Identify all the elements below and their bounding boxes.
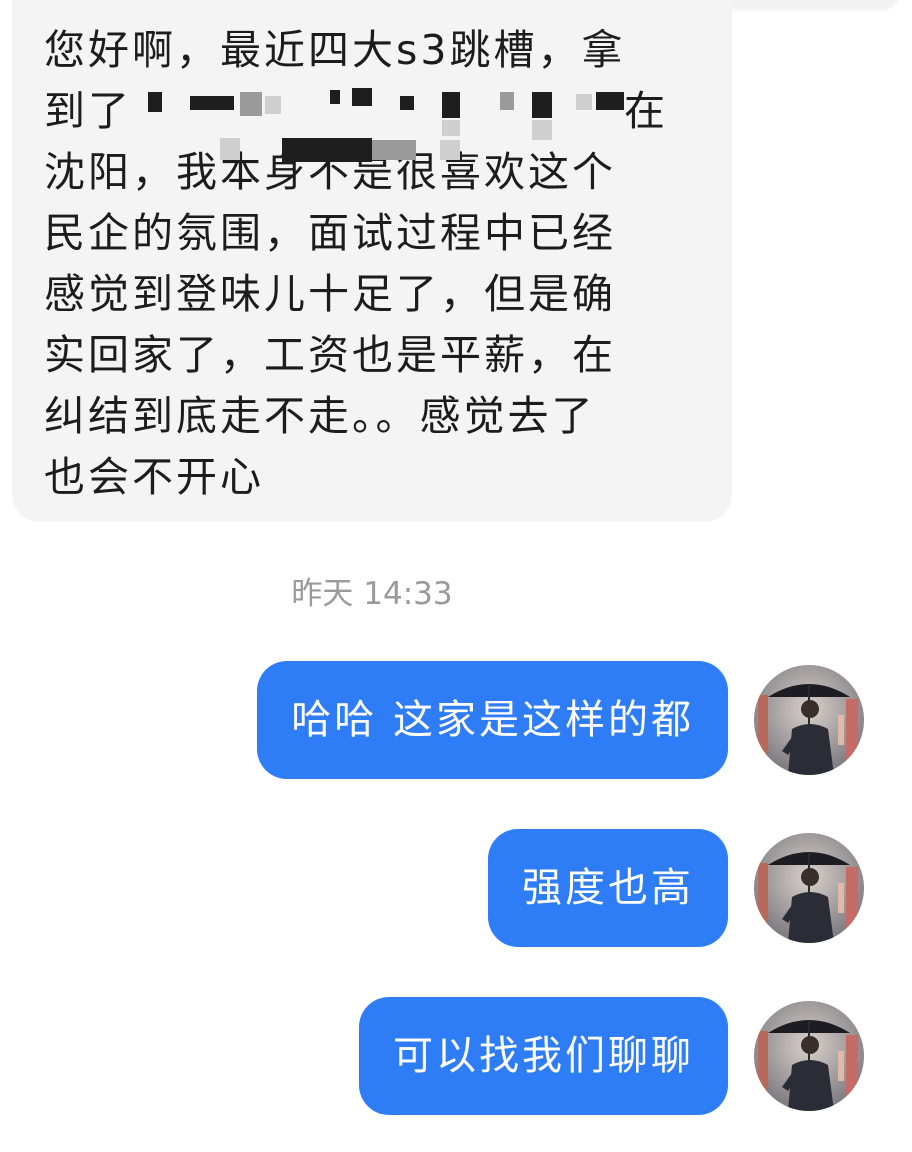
outgoing-message-row: 可以找我们聊聊 <box>359 995 864 1117</box>
avatar[interactable] <box>754 1001 864 1111</box>
outgoing-message-bubble[interactable]: 哈哈 这家是这样的都 <box>257 661 728 779</box>
outgoing-message-bubble[interactable]: 强度也高 <box>488 829 728 947</box>
avatar-umbrella-man-icon <box>754 665 864 775</box>
outgoing-message-bubble[interactable]: 可以找我们聊聊 <box>359 997 728 1115</box>
incoming-line-4: 民企的氛围，面试过程中已经 <box>44 209 616 257</box>
incoming-line-2-start: 到了 <box>44 87 132 135</box>
message-timestamp: 昨天 14:33 <box>291 576 453 612</box>
avatar[interactable] <box>754 833 864 943</box>
outgoing-message-row: 哈哈 这家是这样的都 <box>257 659 864 781</box>
incoming-line-1: 您好啊，最近四大s3跳槽，拿 <box>44 26 626 74</box>
outgoing-message-row: 强度也高 <box>488 827 864 949</box>
incoming-line-2-end: 在 <box>624 87 665 135</box>
avatar[interactable] <box>754 665 864 775</box>
incoming-line-5: 感觉到登味儿十足了，但是确 <box>44 270 616 318</box>
incoming-line-7: 纠结到底走不走。。感觉去了 <box>44 392 596 440</box>
incoming-line-6: 实回家了，工资也是平薪，在 <box>44 331 616 379</box>
avatar-umbrella-man-icon <box>754 1001 864 1111</box>
avatar-umbrella-man-icon <box>754 833 864 943</box>
incoming-line-8: 也会不开心 <box>44 453 264 501</box>
